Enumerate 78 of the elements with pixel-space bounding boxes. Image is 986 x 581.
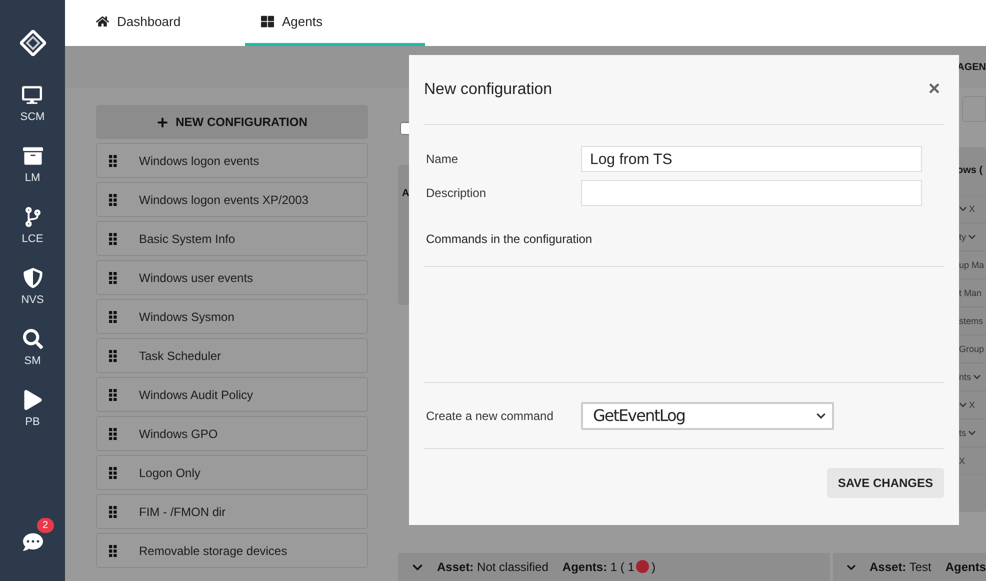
configuration-name: Windows logon events XP/2003 [139,192,308,206]
drag-handle-icon[interactable] [109,272,117,284]
configuration-name: Windows Sysmon [139,310,234,324]
drag-handle-icon[interactable] [109,506,117,518]
configuration-item[interactable]: Windows Audit Policy [96,377,368,412]
configuration-name: Windows logon events [139,154,260,168]
agents-label: Agents [945,560,986,574]
drag-handle-icon[interactable] [109,350,117,362]
input-field[interactable]: Log from TS [581,146,922,172]
configuration-name: Removable storage devices [139,544,288,558]
field-label: Name [425,152,460,166]
shield-icon[interactable] [22,268,42,288]
close-button[interactable]: × [924,78,944,101]
field-label: Create a new command [425,408,554,422]
input-field[interactable] [581,180,922,206]
plus-icon [156,116,168,128]
drag-handle-icon[interactable] [109,388,117,400]
asset-bar[interactable]: Asset: Test Agents [833,553,986,581]
configuration-name: Task Scheduler [139,348,222,362]
agents-count: Agents: 1 ( 1 ) [562,560,656,574]
chevron-icon [973,373,982,381]
dialog-title: New configuration [424,80,552,98]
notification-count: 2 [36,518,54,533]
chevron-icon [959,401,967,409]
play-icon[interactable] [22,390,42,410]
configuration-item[interactable]: Basic System Info [96,221,368,256]
configuration-name: Basic System Info [139,232,236,246]
diamond-logo-icon [20,30,46,56]
card-title: A [402,188,410,199]
section-heading: Commands in the configuration [424,232,944,267]
configuration-item[interactable]: Logon Only [96,455,368,490]
configuration-item[interactable]: Removable storage devices [96,533,368,568]
nav-label[interactable]: NVS [21,294,44,306]
configuration-item[interactable]: Windows GPO [96,416,368,451]
field-label: Description [425,186,488,200]
configuration-item[interactable]: Task Scheduler [96,338,368,373]
configuration-item[interactable]: Windows logon events [96,143,368,178]
caret-icon [816,410,826,420]
new-configuration-button[interactable]: NEW CONFIGURATION [96,105,368,139]
drag-handle-icon[interactable] [109,232,117,244]
drag-handle-icon[interactable] [109,466,117,478]
section-title: AGEN [957,62,986,72]
chevron-icon [968,233,976,241]
chevron-icon [968,429,976,437]
chat-icon[interactable] [22,532,42,552]
chevron-icon [959,205,967,213]
drag-handle-icon[interactable] [109,194,117,206]
home-icon [96,15,109,28]
configuration-item[interactable]: Windows user events [96,260,368,295]
nav-label[interactable]: LCE [22,232,44,244]
grid-icon [261,15,274,28]
save-changes-button[interactable]: SAVE CHANGES [826,468,944,498]
archive-box-icon[interactable] [22,146,42,166]
nav-label[interactable]: PB [25,416,40,428]
monitor-icon[interactable] [22,84,42,104]
configuration-name: Logon Only [139,466,200,480]
configuration-item[interactable]: Windows Sysmon [96,299,368,334]
configuration-name: FIM - /FMON dir [139,504,226,518]
asset-bar[interactable]: Asset: Not classified Agents: 1 ( 1 ) [398,553,830,581]
nav-label[interactable]: SCM [20,110,45,122]
drag-handle-icon[interactable] [109,310,117,322]
chevron-icon [412,562,423,572]
configuration-name: Windows GPO [139,426,218,440]
search-icon[interactable] [22,328,42,348]
nav-label[interactable]: LM [24,172,40,184]
configuration-name: Windows Audit Policy [139,388,254,402]
drag-handle-icon[interactable] [109,428,117,440]
nav-label[interactable]: SM [24,354,41,366]
configuration-item[interactable]: Windows logon events XP/2003 [96,182,368,217]
branch-icon[interactable] [22,206,42,226]
configuration-name: Windows user events [139,270,254,284]
asset-text: Asset: Not classified [437,560,548,574]
configuration-item[interactable]: FIM - /FMON dir [96,494,368,529]
nav-tab[interactable]: Dashboard [65,0,245,46]
drag-handle-icon[interactable] [109,154,117,166]
asset-text: Asset: Test [870,560,932,574]
drag-handle-icon[interactable] [109,544,117,556]
command-dropdown[interactable]: GetEventLog [581,402,834,430]
